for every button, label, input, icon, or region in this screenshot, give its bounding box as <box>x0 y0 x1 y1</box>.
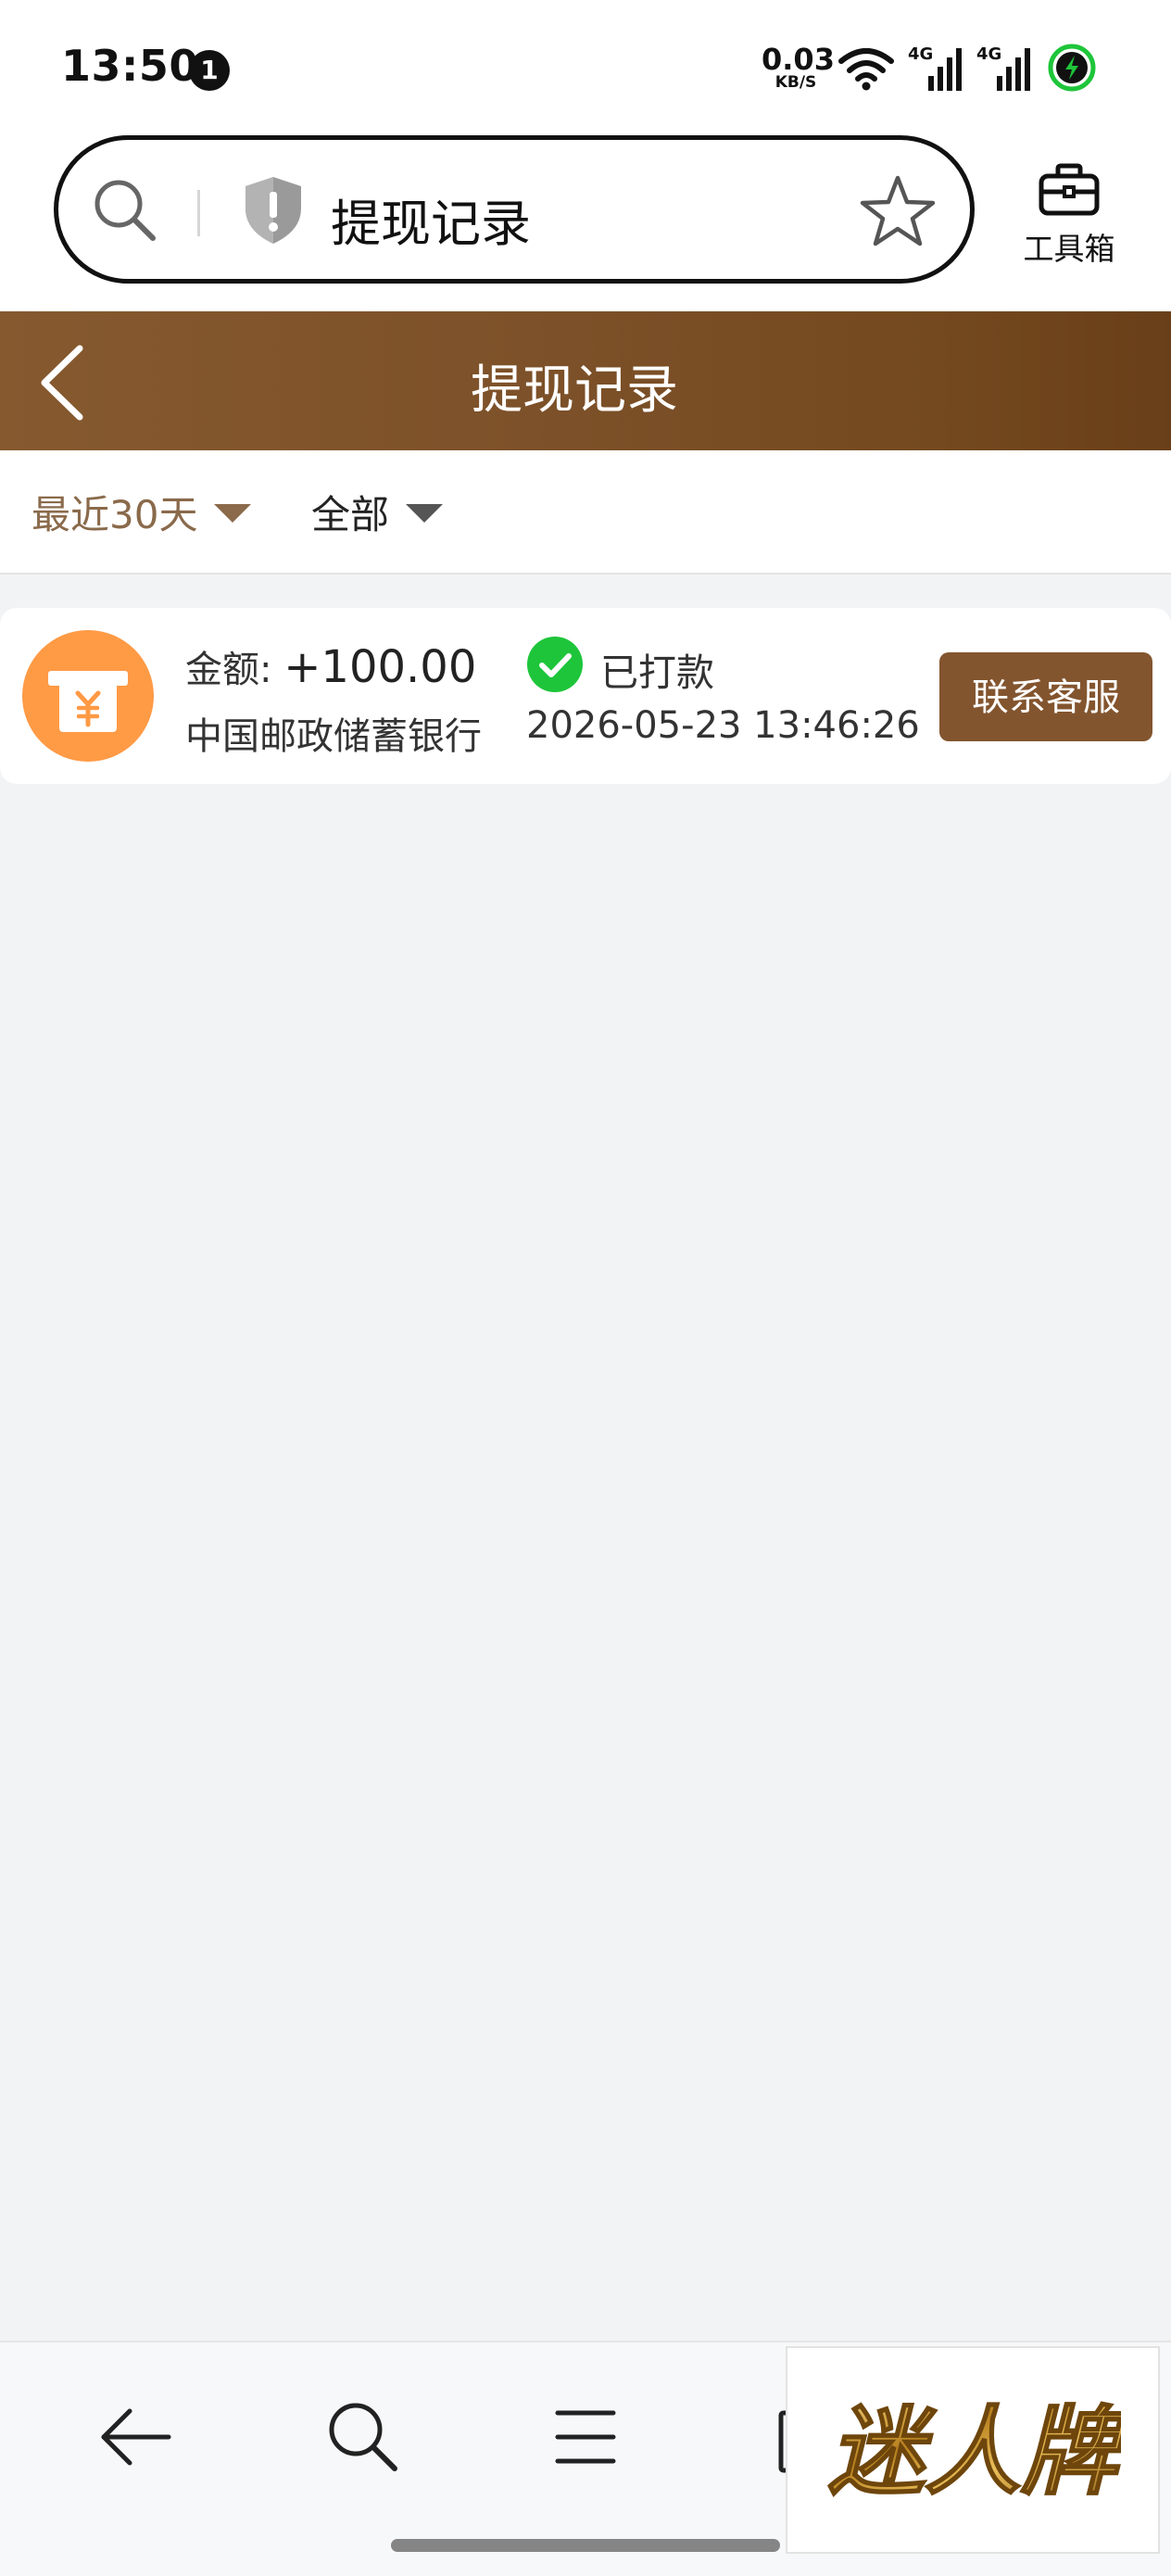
signal-2-label: 4G <box>976 44 1001 64</box>
security-shield-icon[interactable] <box>240 173 307 247</box>
menu-icon[interactable] <box>547 2398 624 2476</box>
amount-label: 金额: <box>185 649 284 691</box>
browser-toolbar: 提现记录 工具箱 <box>0 130 1171 311</box>
address-divider <box>197 190 200 236</box>
address-bar[interactable]: 提现记录 <box>54 135 975 284</box>
bank-name: 中国邮政储蓄银行 <box>185 715 482 758</box>
filter-bar: 最近30天 全部 <box>0 450 1171 575</box>
withdrawal-record: 金额: +100.00 中国邮政储蓄银行 已打款 2026-05-23 13:4… <box>0 608 1171 784</box>
signal-1-label: 4G <box>908 44 933 64</box>
brand-ad-card[interactable]: 迷人牌 <box>786 2346 1160 2554</box>
network-speed: 0.03 KB/S <box>762 42 835 92</box>
network-speed-value: 0.03 <box>762 42 835 77</box>
toolbox-label: 工具箱 <box>1023 231 1115 267</box>
date-range-label: 最近30天 <box>31 492 198 537</box>
address-title[interactable]: 提现记录 <box>331 183 531 256</box>
status-filter[interactable]: 全部 <box>311 484 444 540</box>
caret-down-icon <box>214 503 252 523</box>
status-bar: 13:50 1 0.03 KB/S 4G 4G <box>0 0 1171 130</box>
back-arrow-icon[interactable] <box>96 2398 174 2476</box>
search-icon[interactable] <box>90 175 160 246</box>
check-circle-icon <box>527 637 583 692</box>
star-icon[interactable] <box>859 173 937 247</box>
record-timestamp: 2026-05-23 13:46:26 <box>526 704 920 747</box>
toolbox-button[interactable]: 工具箱 <box>1015 163 1123 269</box>
search-icon[interactable] <box>324 2398 402 2476</box>
caret-down-icon <box>406 503 444 523</box>
brand-logo: 迷人牌 <box>827 2394 1121 2506</box>
toolbox-icon <box>1039 163 1100 216</box>
status-time: 13:50 <box>61 41 199 91</box>
status-filter-label: 全部 <box>311 492 390 537</box>
wifi-icon <box>838 48 894 91</box>
home-indicator[interactable] <box>391 2539 780 2552</box>
page: 13:50 1 0.03 KB/S 4G 4G 提现记录 工具箱 提现记录 最近… <box>0 0 1171 2576</box>
signal-icon: 4G <box>908 44 962 91</box>
page-header: 提现记录 <box>0 311 1171 450</box>
payout-status: 已打款 <box>600 650 714 695</box>
page-title: 提现记录 <box>471 360 678 421</box>
date-range-filter[interactable]: 最近30天 <box>31 484 252 540</box>
amount-value: +100.00 <box>283 641 477 693</box>
notification-badge: 1 <box>189 50 230 91</box>
signal-icon: 4G <box>976 44 1030 91</box>
battery-charging-icon <box>1048 44 1096 92</box>
amount-line: 金额: +100.00 <box>185 639 476 693</box>
contact-support-button[interactable]: 联系客服 <box>939 652 1152 741</box>
brand-text: 迷人牌 <box>828 2395 1121 2506</box>
network-speed-unit: KB/S <box>774 73 817 92</box>
withdraw-yuan-icon <box>22 630 154 762</box>
